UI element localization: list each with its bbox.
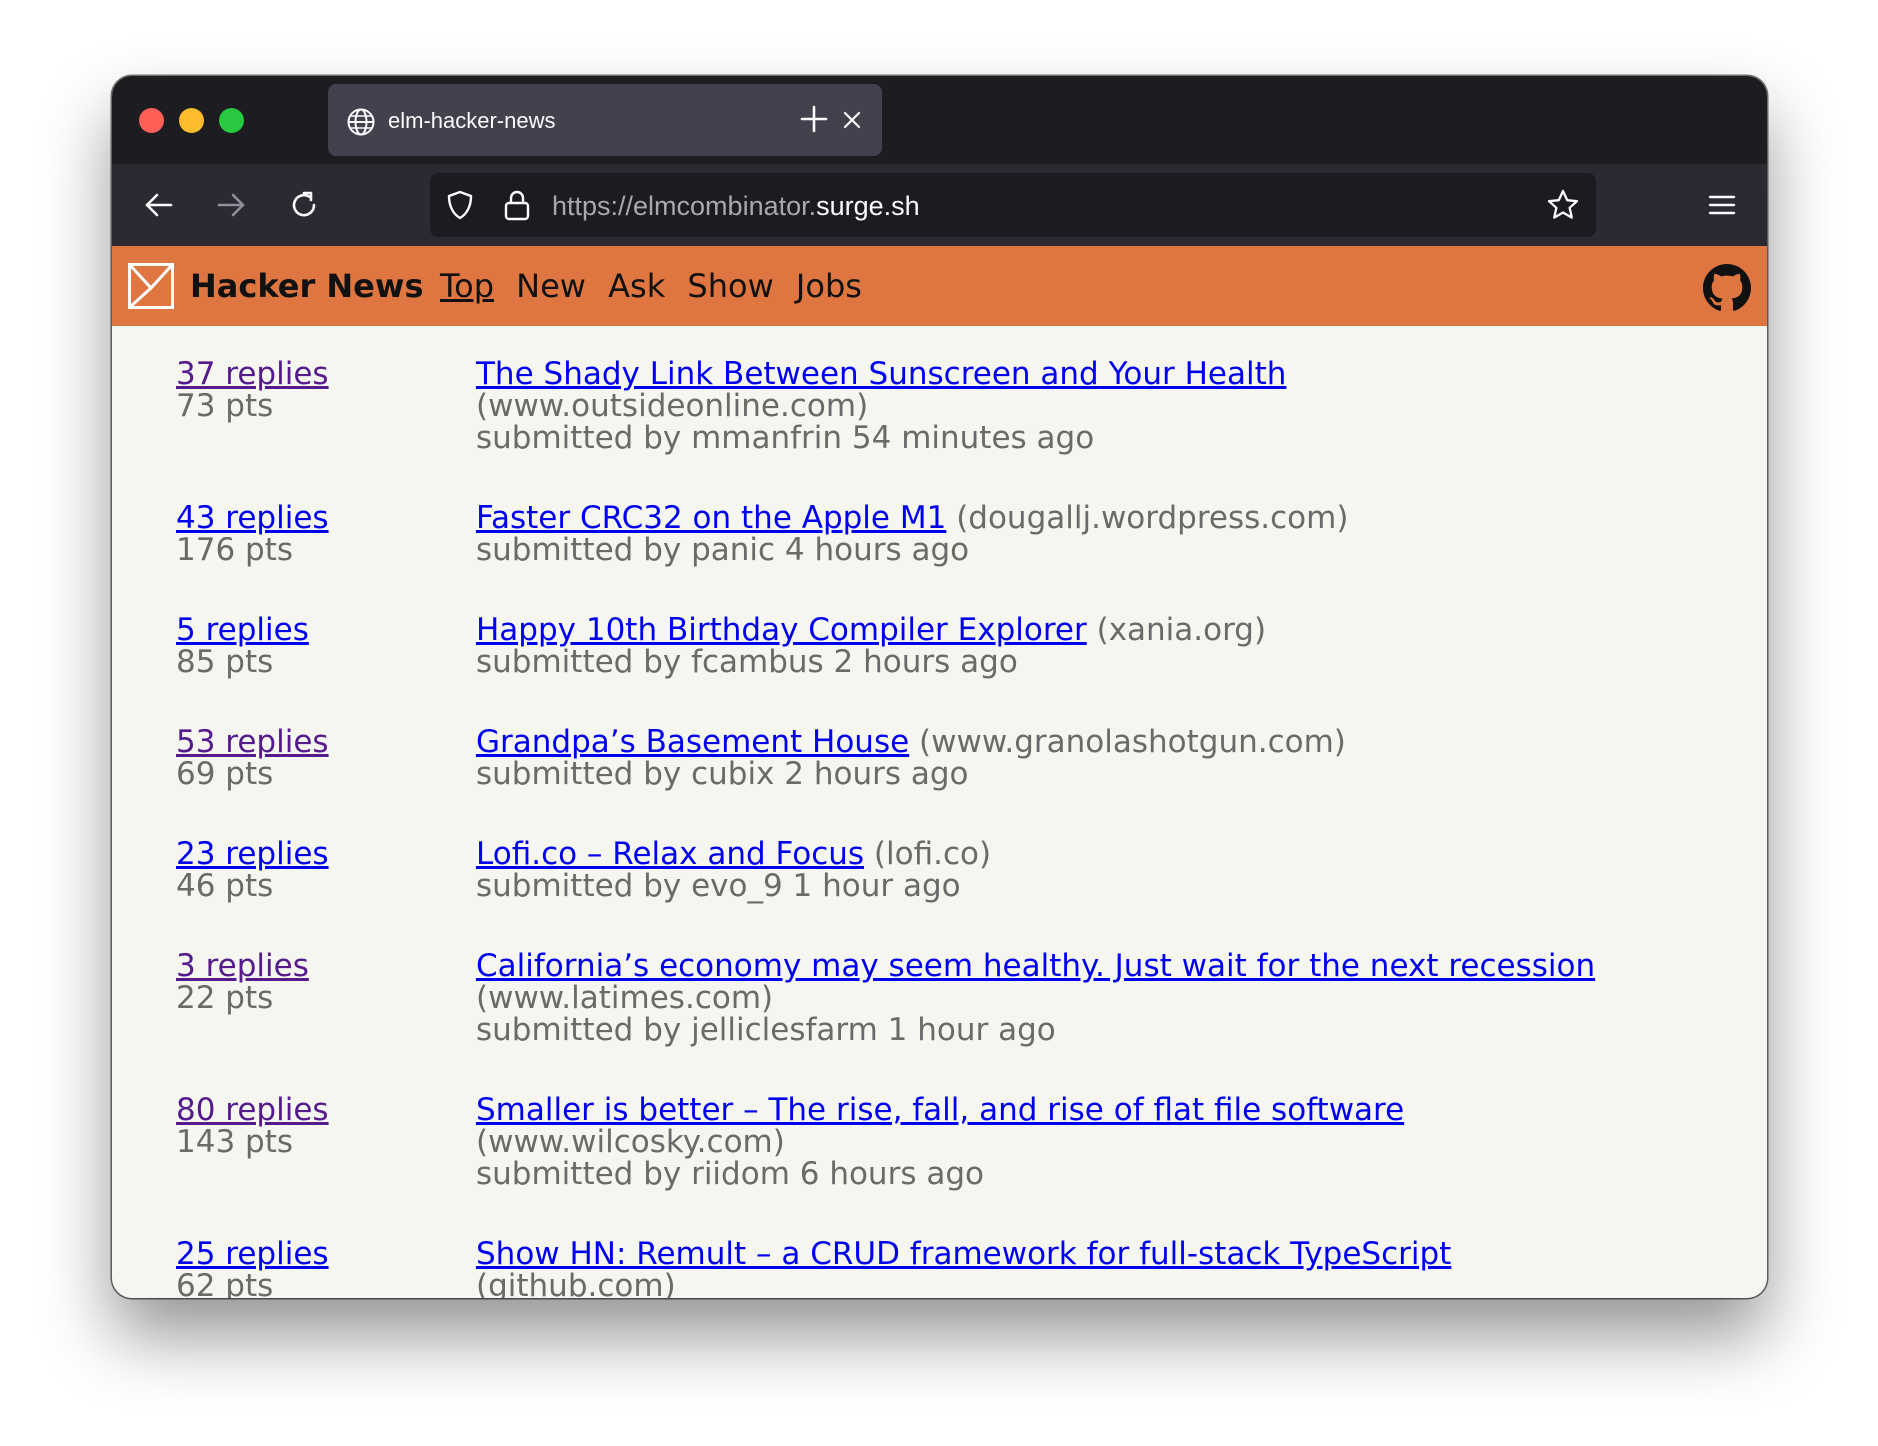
points-text: 73 pts — [176, 388, 274, 424]
globe-icon — [347, 108, 375, 136]
nav-new-link[interactable]: New — [516, 267, 586, 305]
forward-arrow-icon[interactable] — [214, 188, 248, 222]
points-text: 69 pts — [176, 756, 274, 792]
story-title-link[interactable]: California’s economy may seem healthy. J… — [476, 950, 1736, 982]
story-title-link[interactable]: Show HN: Remult – a CRUD framework for f… — [476, 1238, 1736, 1270]
story-domain: (www.outsideonline.com) — [476, 388, 869, 424]
story-submitted: submitted by evo_9 1 hour ago — [476, 868, 961, 904]
site-brand[interactable]: Hacker News — [190, 246, 423, 326]
browser-window: elm-hacker-news https://elmcombinator.su… — [112, 76, 1767, 1298]
points-text: 143 pts — [176, 1124, 294, 1160]
points-text: 62 pts — [176, 1268, 274, 1298]
close-window-button[interactable] — [139, 108, 164, 133]
points-text: 46 pts — [176, 868, 274, 904]
replies-link[interactable]: 43 replies — [176, 502, 456, 534]
shield-icon[interactable] — [444, 189, 476, 221]
tab-title: elm-hacker-news — [388, 108, 556, 133]
site-header: Hacker News Top New Ask Show Jobs — [112, 246, 1767, 326]
replies-link[interactable]: 23 replies — [176, 838, 456, 870]
replies-link[interactable]: 5 replies — [176, 614, 456, 646]
replies-link[interactable]: 3 replies — [176, 950, 456, 982]
nav-show-link[interactable]: Show — [687, 267, 773, 305]
back-arrow-icon[interactable] — [142, 188, 176, 222]
story-submitted: submitted by mmanfrin 54 minutes ago — [476, 420, 1095, 456]
story-domain: (lofi.co) — [873, 836, 992, 872]
story-domain: (xania.org) — [1096, 612, 1267, 648]
maximize-window-button[interactable] — [219, 108, 244, 133]
nav-jobs-link[interactable]: Jobs — [796, 267, 862, 305]
story-title-link[interactable]: Smaller is better – The rise, fall, and … — [476, 1094, 1736, 1126]
story-title-link[interactable]: Grandpa’s Basement House — [476, 724, 909, 760]
replies-link[interactable]: 37 replies — [176, 358, 456, 390]
story-submitted: submitted by fcambus 2 hours ago — [476, 644, 1018, 680]
close-tab-icon[interactable] — [840, 108, 864, 132]
address-bar[interactable]: https://elmcombinator.surge.sh — [430, 173, 1596, 237]
reload-icon[interactable] — [287, 188, 321, 222]
story-domain: (github.com) — [476, 1268, 676, 1298]
story-domain: (www.granolashotgun.com) — [919, 724, 1346, 760]
hamburger-menu-icon[interactable] — [1707, 190, 1737, 220]
replies-link[interactable]: 53 replies — [176, 726, 456, 758]
url-domain: surge.sh — [816, 191, 920, 221]
points-text: 85 pts — [176, 644, 274, 680]
nav-top-link[interactable]: Top — [440, 267, 494, 305]
story-title-link[interactable]: Happy 10th Birthday Compiler Explorer — [476, 612, 1087, 648]
story-domain: (www.wilcosky.com) — [476, 1124, 785, 1160]
points-text: 22 pts — [176, 980, 274, 1016]
story-submitted: submitted by panic 4 hours ago — [476, 532, 970, 568]
story-domain: (www.latimes.com) — [476, 980, 774, 1016]
url-text[interactable]: https://elmcombinator.surge.sh — [552, 173, 920, 237]
story-title-link[interactable]: Faster CRC32 on the Apple M1 — [476, 500, 946, 536]
points-text: 176 pts — [176, 532, 294, 568]
story-submitted: submitted by riidom 6 hours ago — [476, 1156, 984, 1192]
lock-icon[interactable] — [502, 188, 532, 222]
tab-bar: elm-hacker-news — [112, 76, 1767, 164]
story-submitted: submitted by cubix 2 hours ago — [476, 756, 969, 792]
envelope-logo-icon[interactable] — [128, 263, 174, 309]
bookmark-star-icon[interactable] — [1546, 188, 1580, 222]
replies-link[interactable]: 80 replies — [176, 1094, 456, 1126]
navigation-toolbar: https://elmcombinator.surge.sh — [112, 164, 1767, 246]
story-submitted: submitted by jelliclesfarm 1 hour ago — [476, 1012, 1056, 1048]
github-icon[interactable] — [1703, 264, 1751, 312]
story-list: 37 replies 73 pts The Shady Link Between… — [112, 326, 1767, 1298]
story-domain: (dougallj.wordpress.com) — [956, 500, 1349, 536]
story-title-link[interactable]: The Shady Link Between Sunscreen and You… — [476, 358, 1736, 390]
replies-link[interactable]: 25 replies — [176, 1238, 456, 1270]
top-navigation: Top New Ask Show Jobs — [440, 246, 874, 326]
new-tab-icon[interactable] — [798, 103, 830, 135]
nav-ask-link[interactable]: Ask — [608, 267, 665, 305]
minimize-window-button[interactable] — [179, 108, 204, 133]
story-title-link[interactable]: Lofi.co – Relax and Focus — [476, 836, 864, 872]
url-prefix: https://elmcombinator. — [552, 191, 817, 221]
